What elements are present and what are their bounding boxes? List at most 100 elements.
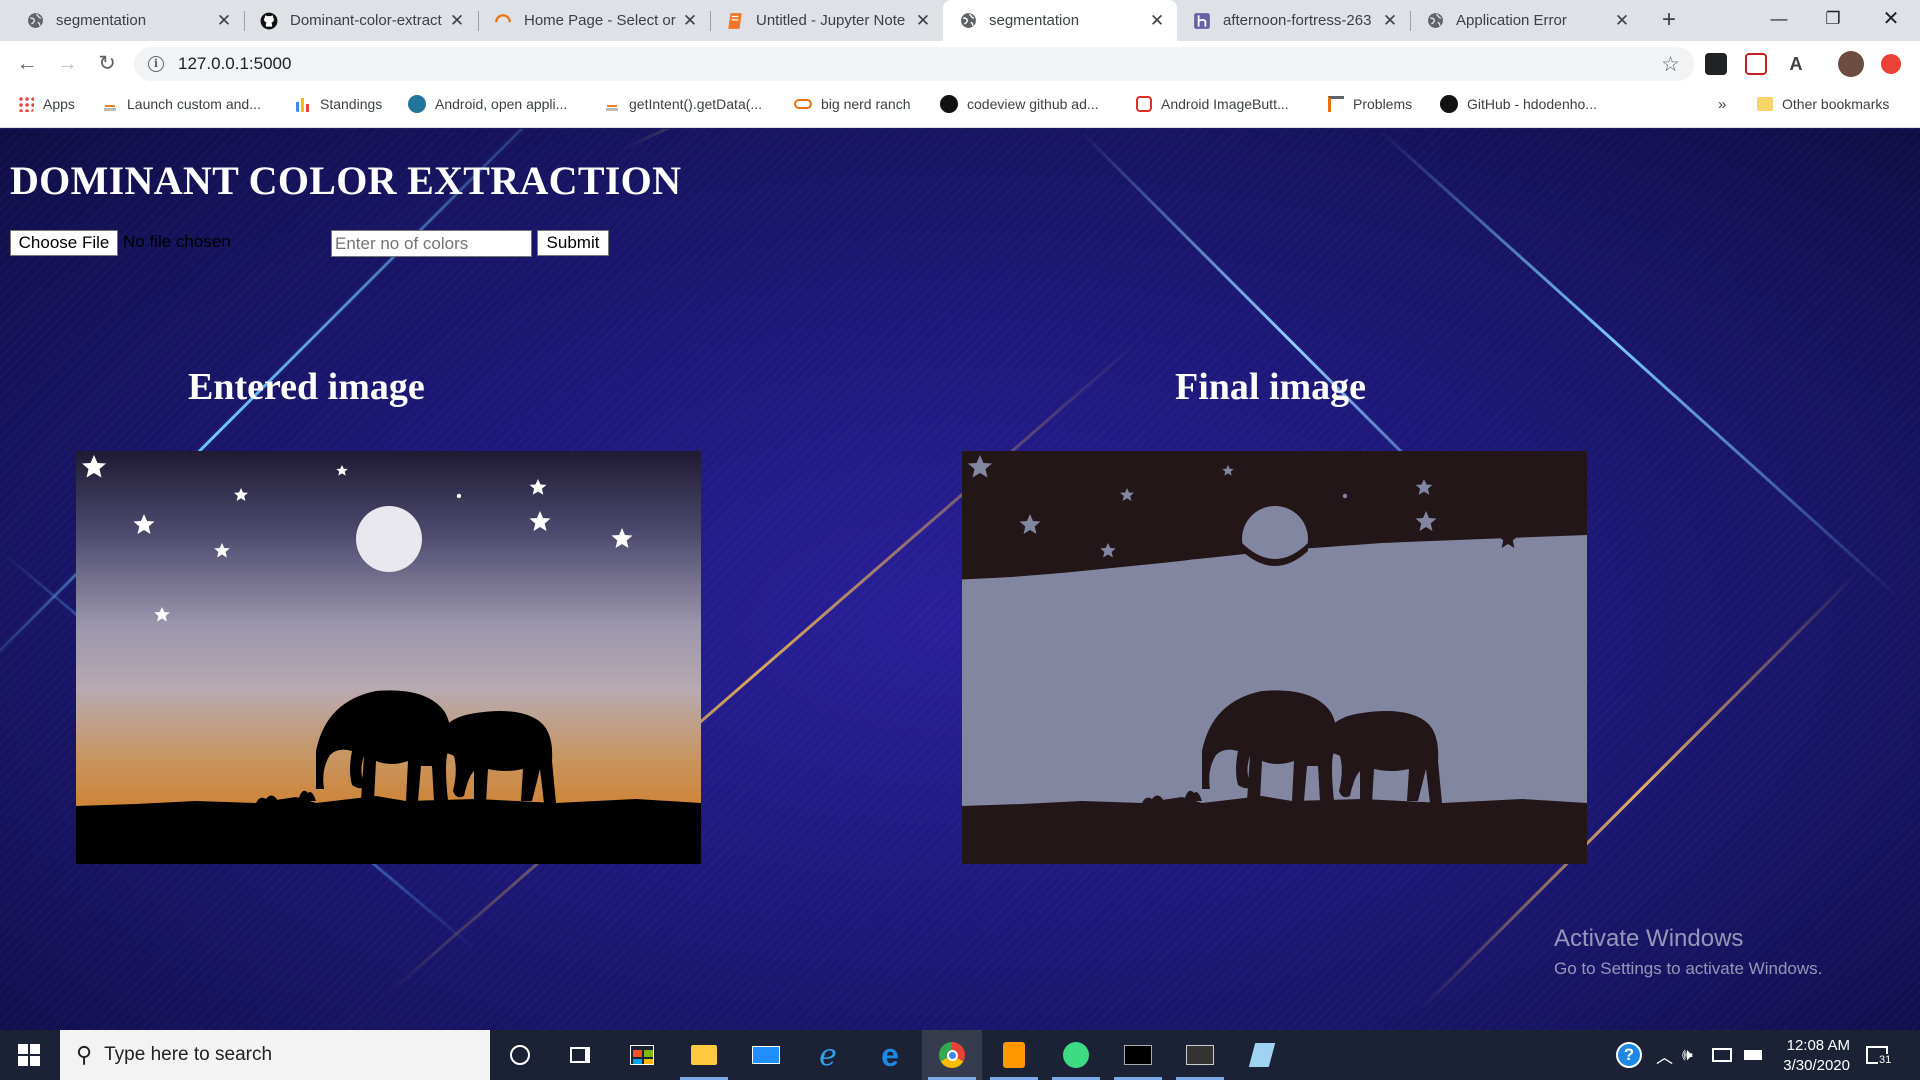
colors-count-input[interactable] [331,230,532,257]
action-center-button[interactable]: 31 [1866,1030,1893,1080]
bookmark-apps[interactable]: Apps [18,88,75,120]
tab-dominant-color-extract[interactable]: Dominant-color-extract ✕ [244,0,477,41]
windows-logo-icon [18,1044,40,1066]
watermark-title: Activate Windows [1554,925,1744,952]
help-icon[interactable]: ? [1616,1030,1642,1080]
bookmark-star-icon[interactable]: ☆ [1661,52,1680,77]
close-icon[interactable]: ✕ [1614,11,1630,31]
store-icon [630,1045,654,1065]
tab-jupyter[interactable]: Untitled - Jupyter Note ✕ [710,0,943,41]
clock-date: 3/30/2020 [1783,1057,1850,1074]
loading-spinner-icon [494,12,512,30]
task-view-icon [570,1047,590,1063]
bookmark-label: big nerd ranch [821,96,911,112]
show-hidden-icons-button[interactable]: ︿ [1656,1030,1673,1080]
reload-button[interactable]: ↻ [92,49,122,79]
close-icon[interactable]: ✕ [1149,11,1165,31]
tab-title: Home Page - Select or [524,12,676,29]
tab-manager-extension-icon[interactable] [1705,53,1727,75]
store-button[interactable] [612,1030,672,1080]
bookmark-github-hdodenho[interactable]: GitHub - hdodenho... [1440,88,1597,120]
pocket-extension-icon[interactable] [1745,53,1767,75]
notepad-button[interactable] [1232,1030,1292,1080]
folder-icon [691,1045,717,1065]
text-size-extension-icon[interactable]: A [1785,53,1807,75]
cortana-button[interactable] [490,1030,550,1080]
new-tab-button[interactable]: + [1654,5,1684,35]
internet-explorer-button[interactable]: e [798,1030,858,1080]
bookmark-codeview[interactable]: codeview github ad... [940,88,1099,120]
close-icon[interactable]: ✕ [682,11,698,31]
android-studio-button[interactable] [1046,1030,1106,1080]
bookmarks-overflow-button[interactable]: » [1718,88,1726,120]
bookmark-launch-custom[interactable]: Launch custom and... [102,88,261,120]
bookmark-getintent[interactable]: getIntent().getData(... [604,88,762,120]
bookmark-android-open[interactable]: Android, open appli... [408,88,567,120]
avatar[interactable] [1838,51,1864,77]
back-button[interactable]: ← [12,49,42,79]
background-beam [619,129,1092,152]
apps-grid-icon [18,96,34,112]
battery-icon[interactable] [1744,1030,1762,1080]
mail-button[interactable] [736,1030,796,1080]
file-explorer-button[interactable] [674,1030,734,1080]
tab-application-error[interactable]: Application Error ✕ [1410,0,1642,41]
tab-segmentation-active[interactable]: segmentation ✕ [943,0,1177,41]
tab-segmentation-1[interactable]: segmentation ✕ [0,0,244,41]
bookmark-standings[interactable]: Standings [295,88,382,120]
globe-icon [1426,12,1444,30]
sublime-icon [1003,1042,1025,1068]
page-content: DOMINANT COLOR EXTRACTION Choose File No… [0,129,1920,1030]
github-icon [1440,95,1458,113]
forward-button[interactable]: → [52,49,82,79]
stack-icon [604,96,620,112]
puzzle-icon [1136,96,1152,112]
bookmark-android-imagebutton[interactable]: Android ImageButt... [1136,88,1289,120]
info-icon[interactable]: i [148,56,164,72]
bookmark-label: Launch custom and... [127,96,261,112]
file-status-text: No file chosen [123,232,231,251]
tab-home-page[interactable]: Home Page - Select or ✕ [478,0,710,41]
terminal-button[interactable] [1108,1030,1168,1080]
entered-image [76,451,701,864]
console-button[interactable] [1170,1030,1230,1080]
browser-toolbar: ← → ↻ i 127.0.0.1:5000 ☆ A [0,41,1920,88]
taskbar-clock[interactable]: 12:08 AM 3/30/2020 [1764,1036,1850,1076]
minimize-button[interactable]: — [1756,0,1802,41]
edge-icon: e [881,1036,899,1073]
tab-afternoon-fortress[interactable]: afternoon-fortress-263 ✕ [1177,0,1410,41]
close-icon[interactable]: ✕ [216,11,232,31]
bookmark-label: Apps [43,96,75,112]
search-placeholder: Type here to search [104,1044,273,1065]
cortana-icon [510,1045,530,1065]
bar-chart-icon [295,96,311,112]
bookmark-label: Other bookmarks [1782,96,1890,112]
close-icon[interactable]: ✕ [915,11,931,31]
taskbar-search-box[interactable]: ⚲ Type here to search [60,1030,490,1080]
close-icon[interactable]: ✕ [449,11,465,31]
wordpress-icon [408,95,426,113]
heroku-icon [1193,12,1211,30]
network-icon[interactable] [1712,1030,1732,1080]
close-window-button[interactable]: ✕ [1868,0,1914,41]
other-bookmarks-folder[interactable]: Other bookmarks [1757,88,1889,120]
task-view-button[interactable] [550,1030,610,1080]
notepad-icon [1248,1043,1276,1067]
update-icon[interactable] [1881,54,1901,74]
edge-button[interactable]: e [860,1030,920,1080]
notification-icon: 31 [1866,1046,1893,1066]
bookmark-problems[interactable]: Problems [1328,88,1412,120]
sublime-text-button[interactable] [984,1030,1044,1080]
submit-button[interactable]: Submit [537,230,609,256]
restore-button[interactable]: ❐ [1810,0,1856,41]
choose-file-button[interactable]: Choose File [10,230,118,256]
volume-icon[interactable]: 🕪 [1682,1030,1693,1080]
start-button[interactable] [0,1030,58,1080]
chrome-button[interactable] [922,1030,982,1080]
bookmark-big-nerd-ranch[interactable]: big nerd ranch [794,88,911,120]
final-image [962,451,1587,864]
close-icon[interactable]: ✕ [1382,11,1398,31]
address-bar[interactable]: i 127.0.0.1:5000 ☆ [134,47,1694,81]
bookmark-label: getIntent().getData(... [629,96,763,112]
tab-title: Untitled - Jupyter Note [756,12,906,29]
